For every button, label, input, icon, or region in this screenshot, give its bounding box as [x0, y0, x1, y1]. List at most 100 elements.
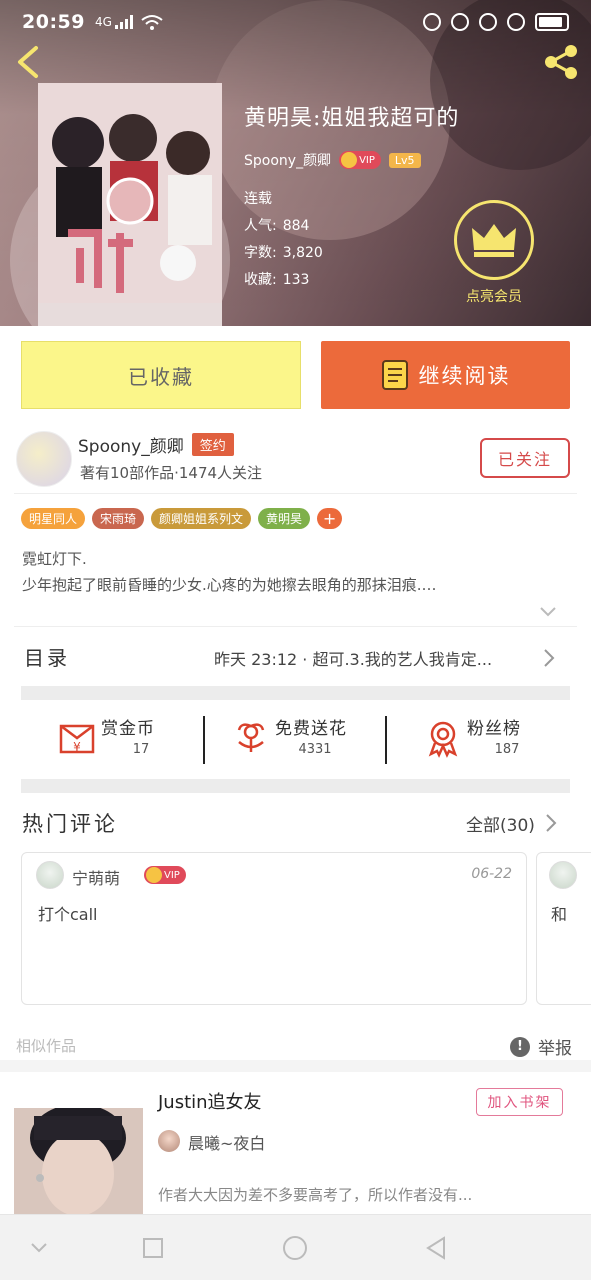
add-tag-button[interactable]: + — [317, 508, 343, 529]
author-bar: Spoony_颜卿 签约 著有10部作品·1474人关注 已关注 — [0, 424, 591, 494]
table-of-contents-row[interactable]: 目录 昨天 23:12 · 超可.3.我的艺人我肯定... — [0, 628, 591, 684]
book-intro[interactable]: 霓虹灯下. 少年抱起了眼前昏睡的少女.心疼的为她擦去眼角的那抹泪痕.… — [22, 546, 562, 598]
clock-status-icon — [507, 13, 525, 31]
vip-badge: VIP — [144, 866, 186, 884]
exclamation-icon: ! — [510, 1036, 530, 1057]
send-flower-button[interactable]: 免费送花 4331 — [231, 714, 391, 764]
reward-title: 赏金币 — [101, 719, 155, 739]
commenter-avatar[interactable] — [549, 861, 577, 889]
popularity-value: 884 — [282, 218, 310, 234]
commenter-avatar[interactable] — [36, 861, 64, 889]
continue-reading-button[interactable]: 继续阅读 — [321, 341, 570, 409]
battery-icon — [535, 13, 569, 31]
crown-icon — [472, 224, 516, 257]
similar-book-cover-art — [14, 1108, 143, 1214]
similar-book-item[interactable]: Justin追女友 加入书架 晨曦~夜白 作者大大因为差不多要高考了，所以作者没… — [0, 1072, 591, 1214]
book-info: 黄明昊:姐姐我超可的 Spoony_颜卿 VIP Lv5 连载 人气: 884 字… — [244, 100, 459, 294]
similar-works-label: 相似作品 — [16, 1037, 77, 1055]
comment-card[interactable]: 和 — [536, 852, 591, 1005]
chevron-right-icon[interactable] — [544, 813, 558, 833]
book-cover-art — [38, 83, 222, 326]
author-avatar[interactable] — [16, 431, 72, 487]
back-triangle-icon[interactable] — [422, 1233, 452, 1263]
level-badge: Lv5 — [388, 152, 421, 168]
report-label: 举报 — [538, 1039, 572, 1059]
similar-book-description: 作者大大因为差不多要高考了，所以作者没有... — [158, 1186, 473, 1204]
collections-label: 收藏: — [244, 272, 277, 288]
book-author-row[interactable]: Spoony_颜卿 VIP Lv5 — [244, 150, 459, 170]
vip-badge-label: VIP — [359, 154, 375, 166]
system-nav-bar — [0, 1214, 591, 1280]
author-name-row[interactable]: Spoony_颜卿 签约 — [78, 432, 234, 457]
book-cover[interactable] — [38, 83, 222, 326]
collections-stat: 收藏: 133 — [244, 267, 459, 294]
vibrate-status-icon — [479, 13, 497, 31]
tag-item[interactable]: 明星同人 — [21, 508, 86, 529]
share-button[interactable] — [541, 42, 581, 82]
similar-book-title[interactable]: Justin追女友 — [158, 1088, 262, 1114]
home-icon[interactable] — [280, 1233, 310, 1263]
coin-envelope-icon: ¥ — [59, 724, 95, 754]
book-icon — [381, 360, 408, 390]
separator — [203, 716, 205, 764]
share-icon — [545, 45, 577, 79]
fan-ranking-button[interactable]: 粉丝榜 187 — [423, 714, 583, 764]
comment-text: 和 — [551, 905, 568, 924]
book-detail-page: 20:59 4G 黄明昊:姐姐我超可的 Spoony_颜卿 VIP Lv5 连载… — [0, 0, 591, 1280]
svg-text:¥: ¥ — [73, 740, 81, 754]
status-time: 20:59 — [22, 11, 85, 33]
latest-chapter: 昨天 23:12 · 超可.3.我的艺人我肯定... — [214, 650, 493, 669]
chevron-right-icon — [544, 649, 555, 667]
collections-value: 133 — [282, 272, 310, 288]
book-title: 黄明昊:姐姐我超可的 — [244, 106, 460, 131]
commenter-name[interactable]: 宁萌萌 — [72, 865, 120, 889]
flower-icon — [237, 723, 265, 752]
reward-count: 17 — [132, 742, 150, 757]
section-gap — [0, 1060, 591, 1072]
wifi-icon — [141, 15, 163, 30]
author-description: 著有10部作品·1474人关注 — [80, 464, 263, 482]
divider — [14, 493, 577, 494]
popularity-label: 人气: — [244, 218, 277, 234]
report-button[interactable]: ! 举报 — [510, 1034, 572, 1059]
divider — [14, 626, 577, 627]
collected-button[interactable]: 已收藏 — [21, 341, 301, 409]
status-bar: 20:59 4G — [0, 0, 591, 44]
crown-circle — [454, 200, 534, 280]
author-name[interactable]: Spoony_颜卿 — [78, 432, 184, 457]
chevron-down-icon[interactable] — [538, 602, 558, 622]
tag-item[interactable]: 颜卿姐姐系列文 — [151, 508, 252, 529]
similar-book-author[interactable]: 晨曦~夜白 — [188, 1130, 265, 1154]
recent-apps-icon[interactable] — [138, 1233, 168, 1263]
reward-count: 187 — [494, 742, 520, 757]
vip-badge-label: VIP — [164, 869, 180, 881]
tag-item[interactable]: 宋雨琦 — [92, 508, 145, 529]
all-comments-link[interactable]: 全部(30) — [466, 811, 535, 836]
similar-book-cover[interactable] — [14, 1108, 143, 1214]
signed-badge: 签约 — [191, 433, 234, 456]
follow-button[interactable]: 已关注 — [480, 438, 570, 478]
book-status: 连载 — [244, 191, 272, 207]
vip-member-button[interactable]: 点亮会员 — [448, 200, 540, 306]
add-to-shelf-button[interactable]: 加入书架 — [476, 1088, 563, 1116]
word-count-stat: 字数: 3,820 — [244, 240, 459, 267]
vip-sun-icon — [146, 867, 162, 883]
reward-coins-button[interactable]: ¥ 赏金币 17 — [57, 714, 217, 764]
mute-status-icon — [451, 13, 469, 31]
signal-label: 4G — [94, 15, 112, 29]
section-separator — [21, 779, 570, 793]
vip-badge: VIP — [339, 151, 381, 169]
words-value: 3,820 — [282, 245, 323, 261]
tag-item[interactable]: 黄明昊 — [258, 508, 311, 529]
similar-book-author-avatar — [158, 1130, 180, 1152]
chevron-down-icon[interactable] — [24, 1233, 54, 1263]
vip-sun-icon — [341, 152, 358, 168]
back-button[interactable] — [10, 42, 46, 82]
reward-title: 粉丝榜 — [467, 719, 521, 739]
comment-text: 打个call — [38, 905, 98, 924]
section-separator — [21, 686, 570, 700]
reward-title: 免费送花 — [275, 719, 347, 739]
book-author-name[interactable]: Spoony_颜卿 — [244, 150, 331, 170]
tag-list: 明星同人 宋雨琦 颜卿姐姐系列文 黄明昊 + — [21, 508, 343, 529]
comment-card[interactable]: 宁萌萌 VIP 06-22 打个call — [21, 852, 527, 1005]
